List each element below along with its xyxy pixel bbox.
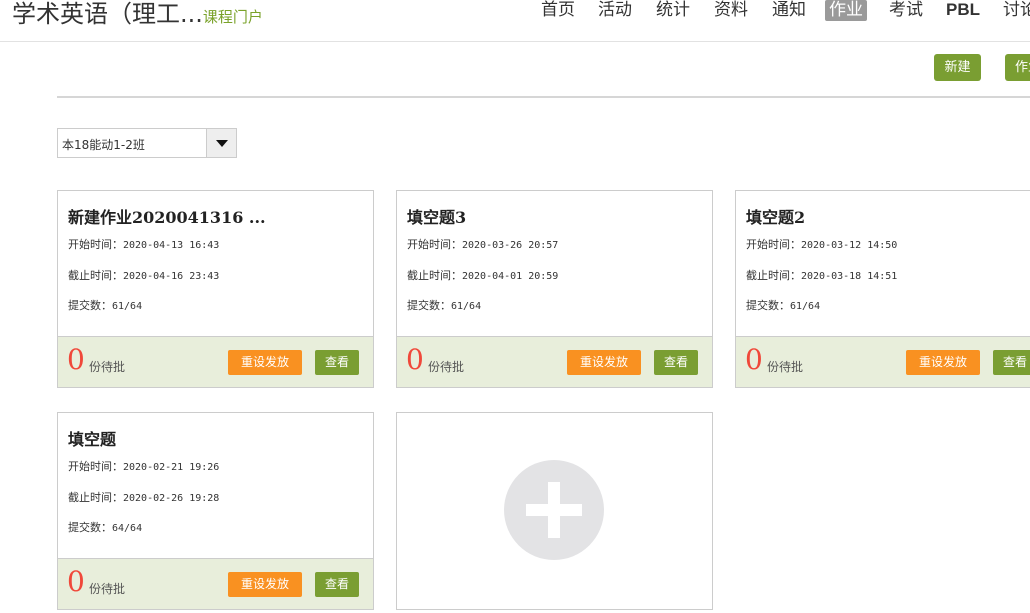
view-button[interactable]: 查看 (654, 350, 698, 375)
toolbar-divider (57, 96, 1030, 98)
nav-stats[interactable]: 统计 (653, 0, 693, 21)
card-title[interactable]: 新建作业2020041316 ... (68, 204, 266, 228)
view-button[interactable]: 查看 (315, 350, 359, 375)
submission-count: 提交数：61/64 (68, 299, 143, 312)
pending-label: 份待批 (767, 360, 804, 374)
end-time: 截止时间：2020-03-18 14:51 (746, 269, 898, 282)
homework-card: 填空题 开始时间：2020-02-21 19:26 截止时间：2020-02-2… (57, 412, 374, 610)
card-title[interactable]: 填空题 (68, 426, 116, 450)
reassign-button[interactable]: 重设发放 (906, 350, 980, 375)
homework-library-button[interactable]: 作业库 (1005, 54, 1030, 81)
homework-card: 填空题2 开始时间：2020-03-12 14:50 截止时间：2020-03-… (735, 190, 1030, 388)
view-button[interactable]: 查看 (993, 350, 1030, 375)
class-select-value: 本18能动1-2班 (62, 138, 145, 152)
card-title[interactable]: 填空题3 (407, 204, 466, 228)
add-homework-card[interactable] (396, 412, 713, 610)
start-time: 开始时间：2020-03-26 20:57 (407, 238, 559, 251)
card-footer: 0 份待批 重设发放 查看 (736, 336, 1030, 387)
reassign-button[interactable]: 重设发放 (228, 572, 302, 597)
plus-icon[interactable] (504, 460, 604, 560)
nav-exam[interactable]: 考试 (886, 0, 926, 21)
card-footer: 0 份待批 重设发放 查看 (397, 336, 712, 387)
class-select[interactable]: 本18能动1-2班 (57, 128, 237, 158)
card-footer: 0 份待批 重设发放 查看 (58, 336, 373, 387)
homework-card: 填空题3 开始时间：2020-03-26 20:57 截止时间：2020-04-… (396, 190, 713, 388)
header-divider (0, 41, 1030, 42)
pending-label: 份待批 (89, 582, 126, 596)
submission-count: 提交数：64/64 (68, 521, 143, 534)
end-time: 截止时间：2020-04-01 20:59 (407, 269, 559, 282)
end-time: 截止时间：2020-04-16 23:43 (68, 269, 220, 282)
nav-pbl[interactable]: PBL (943, 0, 983, 21)
nav-activity[interactable]: 活动 (595, 0, 635, 21)
nav-materials[interactable]: 资料 (711, 0, 751, 21)
end-time: 截止时间：2020-02-26 19:28 (68, 491, 220, 504)
nav-notices[interactable]: 通知 (769, 0, 809, 21)
start-time: 开始时间：2020-03-12 14:50 (746, 238, 898, 251)
pending-label: 份待批 (428, 360, 465, 374)
course-title: 学术英语（理工...课程门户 (12, 0, 263, 29)
pending-count: 0 (745, 343, 763, 376)
card-footer: 0 份待批 重设发放 查看 (58, 558, 373, 609)
start-time: 开始时间：2020-02-21 19:26 (68, 460, 220, 473)
reassign-button[interactable]: 重设发放 (567, 350, 641, 375)
pending-count: 0 (406, 343, 424, 376)
course-title-text: 学术英语（理工... (12, 0, 203, 28)
submission-count: 提交数：61/64 (407, 299, 482, 312)
submission-count: 提交数：61/64 (746, 299, 821, 312)
nav-home[interactable]: 首页 (538, 0, 578, 21)
view-button[interactable]: 查看 (315, 572, 359, 597)
pending-count: 0 (67, 343, 85, 376)
new-button[interactable]: 新建 (934, 54, 981, 81)
reassign-button[interactable]: 重设发放 (228, 350, 302, 375)
card-title[interactable]: 填空题2 (746, 204, 805, 228)
nav-discussion[interactable]: 讨论 (1000, 0, 1030, 21)
pending-label: 份待批 (89, 360, 126, 374)
course-portal-link[interactable]: 课程门户 (203, 8, 263, 26)
homework-card: 新建作业2020041316 ... 开始时间：2020-04-13 16:43… (57, 190, 374, 388)
nav-homework[interactable]: 作业 (825, 0, 867, 21)
pending-count: 0 (67, 565, 85, 598)
start-time: 开始时间：2020-04-13 16:43 (68, 238, 220, 251)
chevron-down-icon[interactable] (206, 129, 236, 157)
